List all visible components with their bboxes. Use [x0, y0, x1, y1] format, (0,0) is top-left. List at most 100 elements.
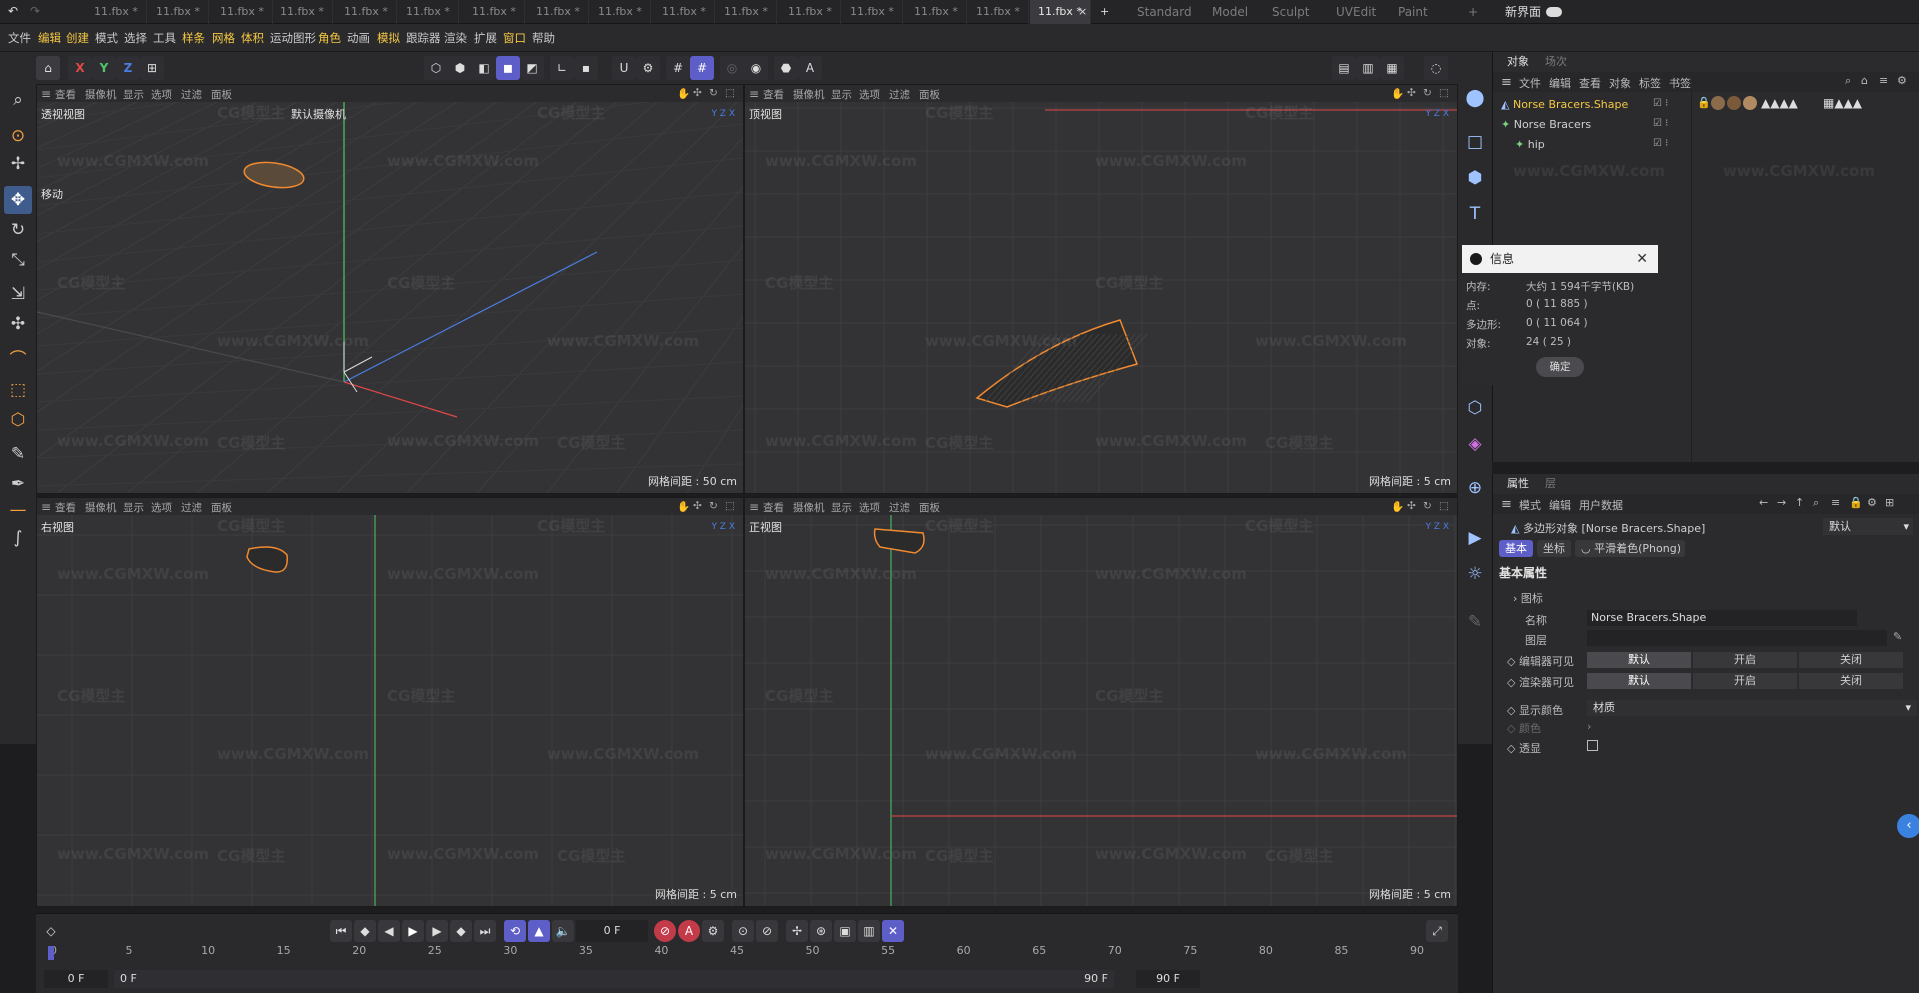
document-tab[interactable]: 11.fbx * [148, 0, 209, 24]
layout-paint[interactable]: Paint [1398, 0, 1428, 24]
hamburger-icon[interactable]: ≡ [41, 87, 51, 101]
settings-icon[interactable]: ⚙ [1897, 74, 1907, 87]
layout-sculpt[interactable]: Sculpt [1272, 0, 1309, 24]
boole-icon[interactable]: ⬡ [1461, 394, 1489, 422]
viewport-menu-item[interactable]: 过滤 [181, 87, 202, 102]
viewport-menu-item[interactable]: 查看 [55, 500, 76, 515]
chevron-right-icon[interactable]: › [1587, 720, 1591, 733]
text-icon[interactable]: T [1461, 200, 1489, 228]
live-select-icon[interactable]: ✢ [4, 150, 32, 178]
hamburger-icon[interactable]: ≡ [1501, 497, 1512, 512]
render-visible-default[interactable]: 默认 [1587, 673, 1691, 689]
viewport-perspective[interactable]: 查看 摄像机 显示 选项 过滤 面板 ≡ ✋ ✣ ↻ ⬚ www.CGMXW.com CG模型主 www.… [36, 84, 744, 494]
rotate-view-icon[interactable]: ↻ [709, 87, 718, 99]
icon-collapse[interactable]: › 图标 [1513, 590, 1543, 606]
viewport-menu-item[interactable]: 摄像机 [793, 87, 825, 102]
tab-layers[interactable]: 层 [1545, 474, 1556, 494]
transform-icon[interactable]: ✣ [4, 310, 32, 338]
menu-item[interactable]: 体积 [241, 24, 264, 52]
pick-icon[interactable]: ✎ [1893, 630, 1902, 643]
viewport-menu-item[interactable]: 过滤 [889, 87, 910, 102]
viewport-menu-item[interactable]: 选项 [151, 87, 172, 102]
lock-icon[interactable]: 🔒 [1697, 96, 1711, 109]
visibility-toggle[interactable]: ☑ ⁝ [1653, 98, 1668, 109]
sync-icon[interactable]: ◌ [1424, 56, 1448, 80]
xray-checkbox[interactable] [1587, 740, 1598, 751]
tab-coordinates[interactable]: 坐标 [1537, 540, 1571, 557]
lock-icon[interactable]: ◎ [720, 56, 744, 80]
tab-basic[interactable]: 基本 [1499, 540, 1533, 557]
model-mode-icon[interactable]: ◼ [496, 56, 520, 80]
brush-icon[interactable]: ⬚ [4, 376, 32, 404]
search-icon[interactable]: ⌕ [1845, 74, 1851, 88]
sketch-icon[interactable]: ∫ [4, 524, 32, 552]
search-icon[interactable]: ⌕ [1813, 496, 1819, 510]
hamburger-icon[interactable]: ≡ [749, 87, 759, 101]
search-icon[interactable]: ⌕ [4, 86, 32, 114]
lock-icon[interactable]: 🔒 [1849, 496, 1863, 509]
preview-range-bar[interactable]: 0 F 90 F [114, 970, 1114, 988]
document-tab[interactable]: 11.fbx * [842, 0, 903, 24]
dolly-icon[interactable]: ✣ [693, 500, 702, 512]
start-frame-field[interactable]: 0 F [44, 970, 108, 988]
maximize-icon[interactable]: ⬚ [725, 87, 735, 99]
menu-item[interactable]: 编辑 [38, 24, 61, 52]
viewport-menu-item[interactable]: 查看 [763, 87, 784, 102]
camera-object-icon[interactable]: ⬤ [1461, 84, 1489, 112]
triangle-tag-icon[interactable]: ▲▲▲▲ [1761, 96, 1798, 110]
globe-icon[interactable]: ⊕ [1461, 474, 1489, 502]
rotate-view-icon[interactable]: ↻ [1423, 500, 1432, 512]
viewport-menu-item[interactable]: 显示 [123, 500, 144, 515]
collapse-panel-button[interactable]: ‹ [1897, 814, 1919, 838]
snap-axis-icon[interactable]: ∟ [550, 56, 574, 80]
workplane-icon[interactable]: ▪ [574, 56, 598, 80]
new-ui-label[interactable]: 新界面 [1505, 0, 1541, 24]
knife-icon[interactable]: ⌒ [4, 346, 32, 374]
maximize-icon[interactable]: ⬚ [1439, 500, 1449, 512]
visibility-toggle[interactable]: ☑ ⁝ [1653, 138, 1668, 149]
object-row[interactable]: ◭ Norse Bracers.Shape [1501, 96, 1628, 114]
hamburger-icon[interactable]: ≡ [1501, 75, 1512, 90]
dolly-icon[interactable]: ✣ [1407, 87, 1416, 99]
move-2-icon[interactable]: ⇲ [4, 280, 32, 308]
layout-uvedit[interactable]: UVEdit [1336, 0, 1376, 24]
visibility-toggle[interactable]: ☑ ⁝ [1653, 118, 1668, 129]
move-icon[interactable]: ✥ [4, 186, 32, 214]
obj-menu-file[interactable]: 文件 [1519, 75, 1541, 91]
viewport-menu-item[interactable]: 过滤 [889, 500, 910, 515]
obj-menu-bookmarks[interactable]: 书签 [1669, 75, 1691, 91]
magnet-icon[interactable]: U [612, 56, 636, 80]
viewport-menu-item[interactable]: 显示 [831, 500, 852, 515]
menu-item[interactable]: 创建 [66, 24, 89, 52]
gear-icon[interactable]: ⚙ [636, 56, 660, 80]
viewport-menu-item[interactable]: 选项 [859, 500, 880, 515]
menu-item[interactable]: 动画 [347, 24, 370, 52]
viewport-menu-item[interactable]: 显示 [831, 87, 852, 102]
menu-item[interactable]: 扩展 [474, 24, 497, 52]
pan-icon[interactable]: ✋ [677, 500, 690, 513]
dolly-icon[interactable]: ✣ [1407, 500, 1416, 512]
viewport-menu-item[interactable]: 摄像机 [85, 87, 117, 102]
object-row[interactable]: ✦ Norse Bracers [1501, 116, 1591, 134]
checker-tag-icon[interactable]: ▦▲▲▲ [1823, 96, 1862, 110]
display-color-dropdown[interactable]: 材质 ▾ [1587, 700, 1917, 716]
menu-item[interactable]: 选择 [124, 24, 147, 52]
a-mode-icon[interactable]: A [798, 56, 822, 80]
render-view-icon[interactable]: ▥ [1356, 56, 1380, 80]
clapper-icon[interactable]: ▤ [1332, 56, 1356, 80]
document-tab[interactable]: 11.fbx * [528, 0, 589, 24]
rotate-view-icon[interactable]: ↻ [1423, 87, 1432, 99]
tab-objects[interactable]: 对象 [1507, 52, 1529, 72]
material-tag-icon[interactable] [1743, 96, 1757, 110]
tab-takes[interactable]: 场次 [1545, 52, 1567, 72]
target-icon[interactable]: ◉ [744, 56, 768, 80]
pen-icon[interactable]: ✒ [4, 470, 32, 498]
pan-icon[interactable]: ✋ [677, 87, 690, 100]
camera-icon[interactable]: ▶ [1461, 524, 1489, 552]
menu-item[interactable]: 模式 [95, 24, 118, 52]
filter-icon[interactable]: ≡ [1879, 74, 1888, 87]
document-tab[interactable]: 11.fbx * [906, 0, 967, 24]
cube-outline-icon[interactable]: □ [1461, 128, 1489, 156]
viewport-menu-item[interactable]: 摄像机 [793, 500, 825, 515]
viewport-menu-item[interactable]: 查看 [763, 500, 784, 515]
